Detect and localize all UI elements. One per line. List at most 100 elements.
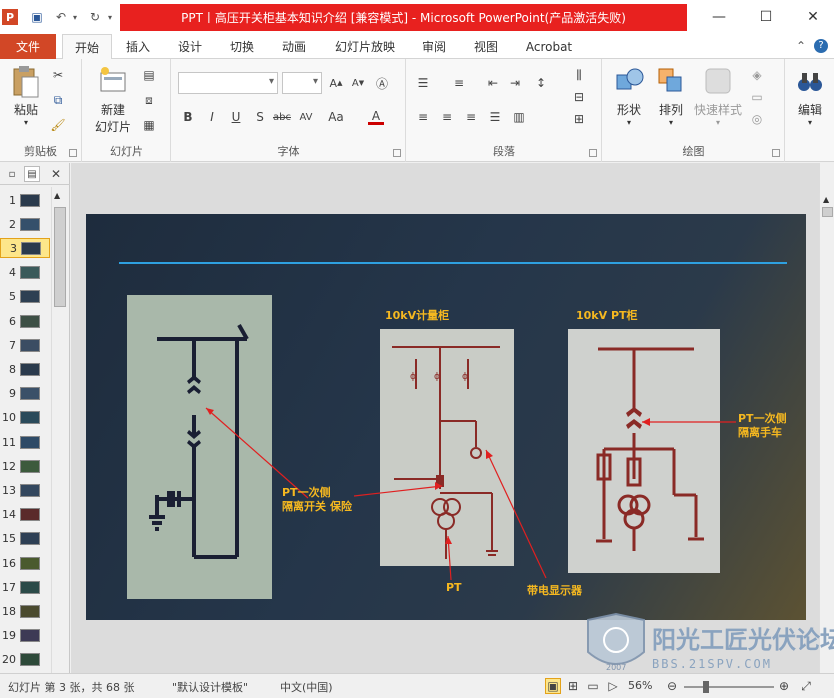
columns-icon[interactable]: ▥ xyxy=(511,109,527,125)
slide-thumbnail[interactable]: 3 xyxy=(0,238,50,259)
shadow-icon[interactable]: S xyxy=(252,109,268,125)
zoom-in-icon[interactable]: ⊕ xyxy=(776,678,792,694)
tab-transitions[interactable]: 切换 xyxy=(220,34,264,59)
slide-sorter-icon[interactable]: ⊞ xyxy=(565,678,581,694)
font-launcher-icon[interactable] xyxy=(393,149,401,157)
tab-acrobat[interactable]: Acrobat xyxy=(516,34,582,59)
normal-view-icon[interactable]: ▣ xyxy=(545,678,561,694)
align-text-icon[interactable]: ⊟ xyxy=(571,89,587,105)
slideshow-view-icon[interactable]: ▷ xyxy=(605,678,621,694)
tab-insert[interactable]: 插入 xyxy=(116,34,160,59)
minimize-icon[interactable]: — xyxy=(696,0,742,34)
underline-icon[interactable]: U xyxy=(228,109,244,125)
fit-to-window-icon[interactable]: ⤢ xyxy=(798,678,814,694)
decrease-indent-icon[interactable]: ⇤ xyxy=(485,75,501,91)
slide-thumbnail[interactable]: 14 xyxy=(0,505,50,525)
align-left-icon[interactable]: ≡ xyxy=(415,109,431,125)
increase-indent-icon[interactable]: ⇥ xyxy=(507,75,523,91)
bullets-icon[interactable]: ☰ xyxy=(415,75,431,91)
paste-button[interactable]: 粘贴 ▾ xyxy=(6,65,46,127)
shape-outline-icon[interactable]: ▭ xyxy=(749,89,765,105)
slide-thumbnail[interactable]: 13 xyxy=(0,480,50,500)
zoom-slider[interactable] xyxy=(684,681,774,693)
change-case-icon[interactable]: Aa xyxy=(328,109,344,125)
bold-icon[interactable]: B xyxy=(180,109,196,125)
outline-tab-icon[interactable]: ▫ xyxy=(4,166,20,182)
customize-toolbar-icon[interactable]: ▾ xyxy=(104,8,116,26)
font-size-combo[interactable] xyxy=(282,72,322,94)
tab-animations[interactable]: 动画 xyxy=(272,34,316,59)
scroll-up-icon[interactable]: ▲ xyxy=(54,191,60,200)
slide-thumbnail[interactable]: 20 xyxy=(0,650,50,670)
font-name-combo[interactable] xyxy=(178,72,278,94)
tab-slideshow[interactable]: 幻灯片放映 xyxy=(326,34,404,59)
editing-button[interactable]: 编辑 ▾ xyxy=(790,65,830,127)
slide-thumbnail[interactable]: 5 xyxy=(0,287,50,307)
copy-icon[interactable]: ⧉ xyxy=(50,92,66,108)
reset-icon[interactable]: ⧈ xyxy=(141,92,157,108)
slide-thumbnail[interactable]: 8 xyxy=(0,359,50,379)
slides-tab-icon[interactable]: ▤ xyxy=(24,166,40,182)
slide-thumbnail[interactable]: 16 xyxy=(0,553,50,573)
zoom-slider-thumb[interactable] xyxy=(703,681,709,693)
slide-thumbnail[interactable]: 18 xyxy=(0,601,50,621)
slide-thumbnail[interactable]: 10 xyxy=(0,408,50,428)
slide-thumbnail[interactable]: 15 xyxy=(0,529,50,549)
thumbnail-scroll-thumb[interactable] xyxy=(54,207,66,307)
format-painter-icon[interactable]: 🖌 xyxy=(50,117,66,133)
align-right-icon[interactable]: ≡ xyxy=(463,109,479,125)
close-panel-icon[interactable]: ✕ xyxy=(48,166,64,182)
grow-font-icon[interactable]: A ▲ xyxy=(328,75,344,91)
quick-styles-button[interactable]: 快速样式 ▾ xyxy=(693,65,743,127)
paragraph-launcher-icon[interactable] xyxy=(589,149,597,157)
tab-review[interactable]: 审阅 xyxy=(412,34,456,59)
tab-view[interactable]: 视图 xyxy=(464,34,508,59)
slide-thumbnail[interactable]: 17 xyxy=(0,577,50,597)
zoom-out-icon[interactable]: ⊖ xyxy=(664,678,680,694)
slide-thumbnail[interactable]: 4 xyxy=(0,263,50,283)
slide-thumbnail[interactable]: 9 xyxy=(0,384,50,404)
powerpoint-logo-icon[interactable]: P xyxy=(2,9,18,25)
slide-thumbnail[interactable]: 1 xyxy=(0,190,50,210)
reading-view-icon[interactable]: ▭ xyxy=(585,678,601,694)
slide-thumbnail[interactable]: 19 xyxy=(0,626,50,646)
undo-icon[interactable]: ↶ xyxy=(52,8,70,26)
clipboard-launcher-icon[interactable] xyxy=(69,149,77,157)
section-icon[interactable]: ▦ xyxy=(141,117,157,133)
slide-scroll-up-icon[interactable]: ▲ xyxy=(823,195,829,204)
align-center-icon[interactable]: ≡ xyxy=(439,109,455,125)
justify-icon[interactable]: ☰ xyxy=(487,109,503,125)
tab-file[interactable]: 文件 xyxy=(0,34,56,59)
smartart-icon[interactable]: ⊞ xyxy=(571,111,587,127)
new-slide-button[interactable]: 新建 幻灯片 xyxy=(87,65,139,135)
collapse-ribbon-icon[interactable]: ⌃ xyxy=(796,39,806,53)
slide-thumbnail[interactable]: 11 xyxy=(0,432,50,452)
slide-thumbnail[interactable]: 6 xyxy=(0,311,50,331)
shapes-button[interactable]: 形状 ▾ xyxy=(609,65,649,127)
slide-scroll-thumb[interactable] xyxy=(822,207,833,217)
slide-thumbnail[interactable]: 2 xyxy=(0,214,50,234)
redo-icon[interactable]: ↻ xyxy=(86,8,104,26)
slide-thumbnail[interactable]: 7 xyxy=(0,335,50,355)
zoom-level[interactable]: 56% xyxy=(628,679,652,692)
clear-format-icon[interactable]: Ⓐ xyxy=(374,75,390,91)
char-spacing-icon[interactable]: AV xyxy=(298,109,314,125)
slide-thumbnail[interactable]: 12 xyxy=(0,456,50,476)
drawing-launcher-icon[interactable] xyxy=(772,149,780,157)
cut-icon[interactable]: ✂ xyxy=(50,67,66,83)
undo-dropdown-icon[interactable]: ▾ xyxy=(70,8,80,26)
text-direction-icon[interactable]: ⫼ xyxy=(571,67,587,83)
shrink-font-icon[interactable]: A ▼ xyxy=(350,75,366,91)
slide-canvas[interactable]: ϕϕϕ 10kV计量柜 10kV PT柜 PT一次侧 隔离开关 保险 PT一次侧… xyxy=(86,214,806,620)
help-icon[interactable]: ? xyxy=(814,39,828,53)
numbering-icon[interactable]: ≡ xyxy=(451,75,467,91)
thumbnail-scrollbar[interactable]: ▲ xyxy=(51,187,67,673)
tab-home[interactable]: 开始 xyxy=(62,34,112,60)
strikethrough-icon[interactable]: abc xyxy=(273,109,291,125)
save-icon[interactable]: ▣ xyxy=(28,8,46,26)
italic-icon[interactable]: I xyxy=(204,109,220,125)
arrange-button[interactable]: 排列 ▾ xyxy=(651,65,691,127)
tab-design[interactable]: 设计 xyxy=(168,34,212,59)
shape-effects-icon[interactable]: ◎ xyxy=(749,111,765,127)
close-icon[interactable]: ✕ xyxy=(790,0,834,34)
